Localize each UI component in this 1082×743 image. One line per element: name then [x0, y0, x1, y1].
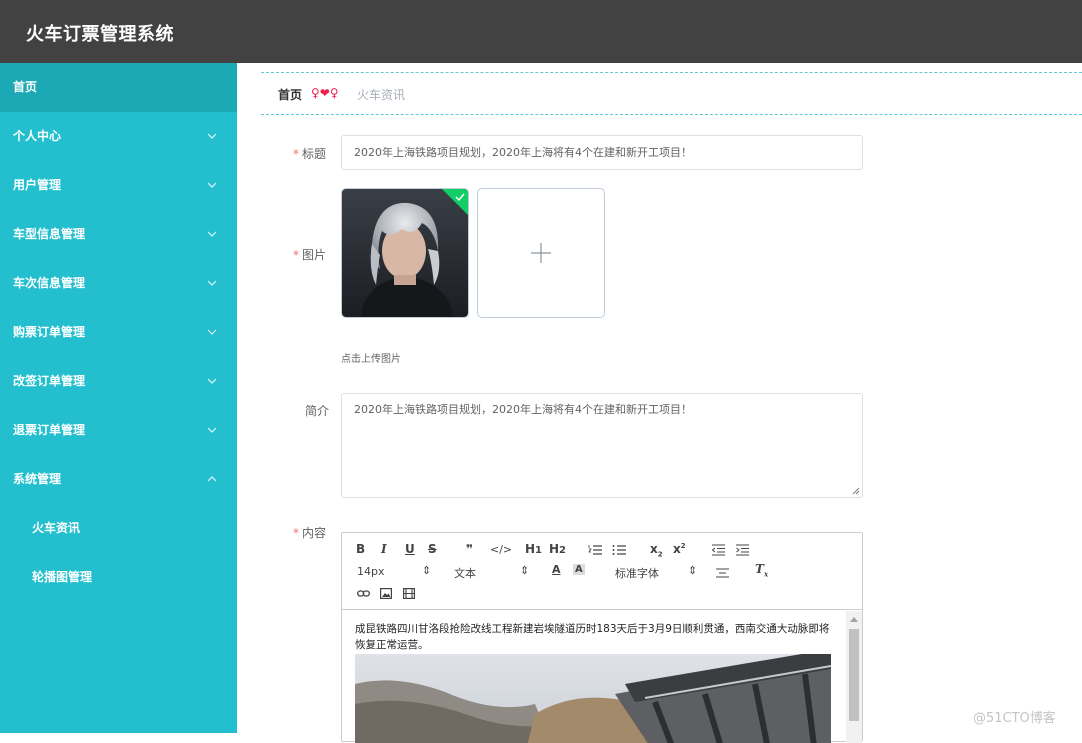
required-marker: *: [293, 147, 299, 161]
upload-success-icon: [442, 189, 468, 215]
strike-button[interactable]: S: [428, 542, 437, 556]
editor-content-image: [355, 654, 831, 743]
image-label-text: 图片: [302, 248, 327, 262]
plus-icon: [531, 243, 551, 263]
sidebar-item-refund-orders[interactable]: 退票订单管理: [0, 406, 237, 455]
sidebar-item-label: 退票订单管理: [13, 423, 86, 437]
chevron-down-icon: [207, 161, 217, 210]
italic-button[interactable]: I: [381, 542, 387, 556]
sidebar-item-train-number[interactable]: 车次信息管理: [0, 259, 237, 308]
font-family-select[interactable]: 标准字体: [615, 565, 659, 581]
header-arrows-icon: ⇕: [520, 564, 530, 577]
clear-format-icon[interactable]: Tx: [755, 562, 768, 578]
sidebar-item-personal-center[interactable]: 个人中心: [0, 112, 237, 161]
chevron-down-icon: [207, 112, 217, 161]
background-color-icon[interactable]: A: [573, 564, 585, 575]
sidebar-item-change-orders[interactable]: 改签订单管理: [0, 357, 237, 406]
superscript-button[interactable]: x2: [673, 542, 686, 556]
watermark: @51CTO博客: [973, 711, 1056, 726]
image-icon[interactable]: [380, 588, 392, 599]
align-icon[interactable]: [716, 568, 729, 578]
sidebar-item-label: 个人中心: [13, 129, 62, 143]
header2-button[interactable]: H2: [549, 542, 566, 556]
sidebar-item-label: 用户管理: [13, 178, 62, 192]
breadcrumb-home[interactable]: 首页: [278, 86, 302, 103]
chevron-down-icon: [207, 357, 217, 406]
required-marker: *: [293, 248, 299, 262]
content-label-text: 内容: [302, 526, 327, 540]
font-color-icon[interactable]: A: [552, 563, 561, 576]
sidebar-subitem-carousel[interactable]: 轮播图管理: [0, 553, 237, 602]
sidebar-item-train-type[interactable]: 车型信息管理: [0, 210, 237, 259]
intro-text: 2020年上海铁路项目规划，2020年上海将有4个在建和新开工项目！: [354, 403, 692, 416]
editor-scrollbar[interactable]: [846, 611, 862, 743]
header-select[interactable]: 文本: [454, 565, 476, 581]
breadcrumb-decoration: ♀❤♀: [311, 86, 339, 100]
video-icon[interactable]: [403, 588, 415, 599]
sidebar-item-label: 轮播图管理: [32, 570, 93, 584]
image-label: * 图片: [293, 246, 326, 263]
chevron-down-icon: [207, 406, 217, 455]
sidebar-subitem-train-news[interactable]: 火车资讯: [0, 504, 237, 553]
top-bar: 火车订票管理系统: [0, 0, 1082, 63]
sidebar-item-label: 车次信息管理: [13, 276, 86, 290]
upload-hint: 点击上传图片: [341, 354, 401, 365]
code-block-button[interactable]: </>: [490, 543, 512, 556]
bold-button[interactable]: B: [356, 542, 365, 556]
breadcrumb: 首页 ♀❤♀ 火车资讯: [261, 72, 1082, 115]
sidebar-item-user-management[interactable]: 用户管理: [0, 161, 237, 210]
font-size-arrows-icon: ⇕: [422, 564, 432, 577]
font-family-arrows-icon: ⇕: [688, 564, 698, 577]
sidebar-item-label: 系统管理: [13, 472, 62, 486]
sidebar-item-label: 购票订单管理: [13, 325, 86, 339]
title-input[interactable]: 2020年上海铁路项目规划，2020年上海将有4个在建和新开工项目！: [341, 135, 863, 170]
bullet-list-icon[interactable]: [612, 544, 626, 556]
sidebar-item-label: 车型信息管理: [13, 227, 86, 241]
ordered-list-icon[interactable]: [588, 544, 602, 556]
rich-text-editor[interactable]: B I U S ❞ </> H1 H2 x2 x2 14px ⇕ 文本 ⇕ A …: [341, 532, 863, 743]
uploaded-image-thumbnail[interactable]: [341, 188, 469, 318]
sidebar-item-label: 首页: [13, 80, 38, 94]
subscript-button[interactable]: x2: [650, 542, 663, 558]
chevron-down-icon: [207, 308, 217, 357]
indent-icon[interactable]: [736, 544, 749, 556]
image-upload-button[interactable]: [477, 188, 605, 318]
outdent-icon[interactable]: [712, 544, 725, 556]
intro-label: 简介: [305, 404, 330, 418]
underline-button[interactable]: U: [405, 542, 415, 556]
sidebar: 首页 个人中心 用户管理 车型信息管理 车次信息管理 购票订单管理 改签订单管理…: [0, 63, 237, 733]
required-marker: *: [293, 526, 299, 540]
editor-content[interactable]: 成昆铁路四川甘洛段抢险改线工程新建岩埃隧道历时183天后于3月9日顺利贯通，西南…: [342, 611, 862, 743]
sidebar-item-home[interactable]: 首页: [0, 63, 237, 112]
content-label: * 内容: [293, 524, 326, 541]
scrollbar-thumb[interactable]: [849, 629, 859, 721]
font-size-select[interactable]: 14px: [357, 565, 385, 578]
intro-textarea[interactable]: 2020年上海铁路项目规划，2020年上海将有4个在建和新开工项目！: [341, 393, 863, 498]
sidebar-item-system-management[interactable]: 系统管理: [0, 455, 237, 504]
sidebar-item-label: 改签订单管理: [13, 374, 86, 388]
scroll-up-icon[interactable]: [850, 617, 858, 622]
main-content: 首页 ♀❤♀ 火车资讯 * 标题 2020年上海铁路项目规划，2020年上海将有4…: [237, 63, 1082, 743]
editor-toolbar: B I U S ❞ </> H1 H2 x2 x2 14px ⇕ 文本 ⇕ A …: [342, 533, 862, 610]
breadcrumb-current: 火车资讯: [357, 88, 406, 102]
title-label: * 标题: [293, 145, 326, 162]
link-icon[interactable]: [357, 588, 370, 599]
chevron-up-icon: [207, 455, 217, 504]
app-title: 火车订票管理系统: [26, 24, 174, 45]
title-label-text: 标题: [302, 147, 327, 161]
blockquote-button[interactable]: ❞: [466, 542, 473, 556]
header1-button[interactable]: H1: [525, 542, 542, 556]
editor-content-text: 成昆铁路四川甘洛段抢险改线工程新建岩埃隧道历时183天后于3月9日顺利贯通，西南…: [355, 623, 830, 651]
chevron-down-icon: [207, 259, 217, 308]
sidebar-item-label: 火车资讯: [32, 521, 81, 535]
chevron-down-icon: [207, 210, 217, 259]
resize-handle-icon[interactable]: [852, 487, 860, 495]
sidebar-item-ticket-orders[interactable]: 购票订单管理: [0, 308, 237, 357]
